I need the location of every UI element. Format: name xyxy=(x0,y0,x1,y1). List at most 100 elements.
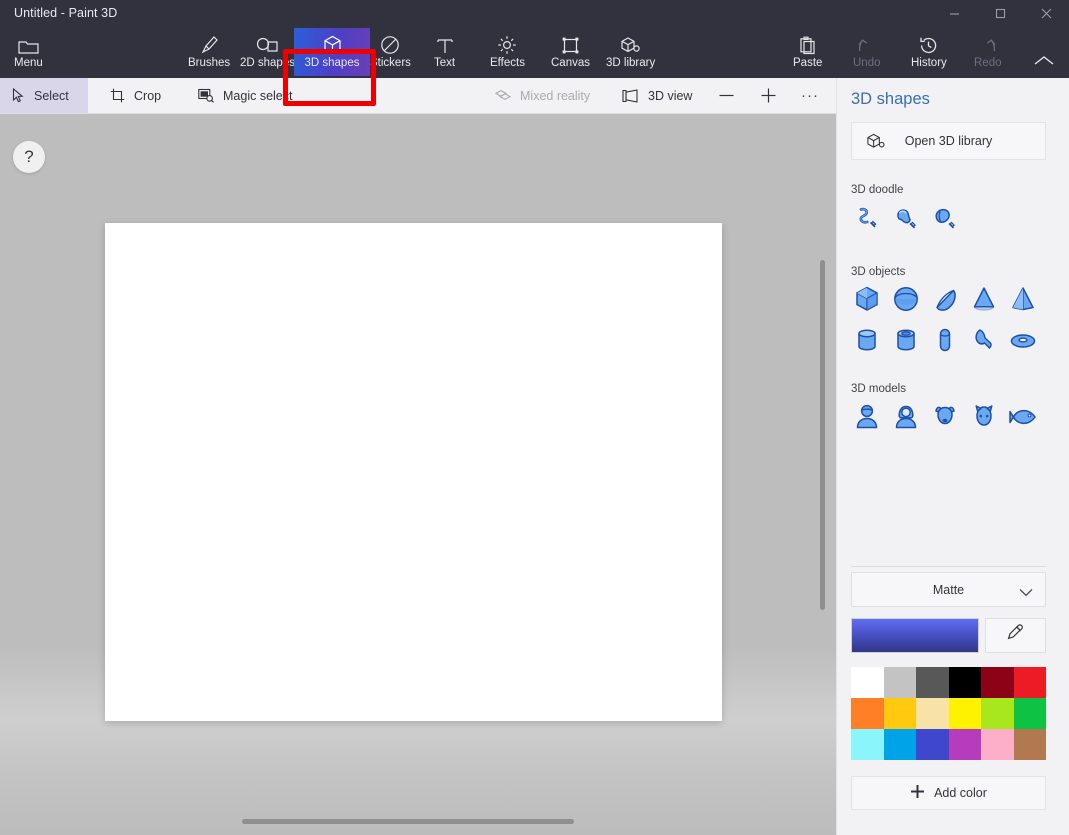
shape-row-3d-objects-2 xyxy=(847,321,1042,359)
color-swatch[interactable] xyxy=(883,729,916,760)
color-palette xyxy=(851,667,1046,760)
color-swatch[interactable] xyxy=(948,698,981,729)
ribbon-item-label: History xyxy=(911,56,947,69)
ribbon-item-label: 2D shapes xyxy=(240,56,295,69)
minus-icon xyxy=(719,94,733,97)
color-swatch[interactable] xyxy=(916,667,949,698)
ribbon-3d-library-button[interactable]: 3D library xyxy=(600,28,661,76)
shape-row-3d-models xyxy=(847,398,1042,436)
ribbon-redo-button[interactable]: Redo xyxy=(968,28,1008,76)
cube-icon[interactable] xyxy=(847,280,886,318)
subtoolbar-item-label: Magic select xyxy=(223,88,293,103)
ribbon-menu-button[interactable]: Menu xyxy=(8,28,49,76)
dog-model-icon[interactable] xyxy=(925,398,964,436)
sticker-icon xyxy=(380,35,400,55)
shapes-2d-icon xyxy=(256,35,279,55)
magic-select-tool-button[interactable]: Magic select xyxy=(186,78,318,113)
color-swatch[interactable] xyxy=(851,667,884,698)
tube-doodle-icon[interactable] xyxy=(925,200,964,238)
cat-model-icon[interactable] xyxy=(964,398,1003,436)
ribbon-paste-button[interactable]: Paste xyxy=(787,28,828,76)
subtoolbar-item-label: 3D view xyxy=(648,88,693,103)
mixed-reality-button[interactable]: Mixed reality xyxy=(483,78,605,113)
section-label-3d-models: 3D models xyxy=(851,383,906,395)
color-swatch[interactable] xyxy=(948,667,981,698)
material-select[interactable]: Matte xyxy=(851,572,1046,607)
ribbon-history-button[interactable]: History xyxy=(905,28,953,76)
current-color-swatch[interactable] xyxy=(851,618,979,653)
ribbon-2d-shapes-button[interactable]: 2D shapes xyxy=(234,28,301,76)
drawing-canvas[interactable] xyxy=(105,223,722,721)
canvas-workspace[interactable]: ? xyxy=(0,114,836,835)
open-3d-library-label: Open 3D library xyxy=(904,134,993,148)
capsule-icon[interactable] xyxy=(925,321,964,359)
color-swatch[interactable] xyxy=(916,698,949,729)
color-swatch[interactable] xyxy=(851,729,884,760)
fish-model-icon[interactable] xyxy=(1003,398,1042,436)
color-swatch[interactable] xyxy=(981,698,1014,729)
soft-edge-doodle-icon[interactable] xyxy=(847,200,886,238)
color-swatch[interactable] xyxy=(916,729,949,760)
ribbon-effects-button[interactable]: Effects xyxy=(484,28,531,76)
color-swatch[interactable] xyxy=(883,667,916,698)
title-bar: Untitled - Paint 3D xyxy=(0,0,1069,26)
cone-icon[interactable] xyxy=(964,280,1003,318)
zoom-out-button[interactable] xyxy=(704,78,748,113)
color-swatch[interactable] xyxy=(1013,667,1046,698)
close-button[interactable] xyxy=(1023,0,1069,26)
crop-tool-button[interactable]: Crop xyxy=(98,78,180,113)
color-swatch[interactable] xyxy=(883,698,916,729)
man-model-icon[interactable] xyxy=(847,398,886,436)
ribbon-item-label: Undo xyxy=(853,56,881,69)
ribbon-item-label: 3D shapes xyxy=(304,56,360,69)
ribbon-item-label: Canvas xyxy=(551,56,590,69)
eyedropper-button[interactable] xyxy=(985,618,1046,653)
ribbon-text-button[interactable]: Text xyxy=(428,28,461,76)
section-label-3d-objects: 3D objects xyxy=(851,266,906,278)
eyedropper-icon xyxy=(1007,624,1025,647)
minimize-button[interactable] xyxy=(931,0,977,26)
hemisphere-icon[interactable] xyxy=(925,280,964,318)
subtoolbar-item-label: Select xyxy=(34,88,69,103)
ribbon-brushes-button[interactable]: Brushes xyxy=(182,28,236,76)
ribbon-canvas-button[interactable]: Canvas xyxy=(545,28,596,76)
select-tool-button[interactable]: Select xyxy=(0,78,88,113)
woman-model-icon[interactable] xyxy=(886,398,925,436)
view-3d-button[interactable]: 3D view xyxy=(610,78,710,113)
sharp-edge-doodle-icon[interactable] xyxy=(886,200,925,238)
color-swatch[interactable] xyxy=(1013,698,1046,729)
vertical-scrollbar[interactable] xyxy=(820,260,825,610)
panel-divider xyxy=(851,566,1046,567)
pyramid-icon[interactable] xyxy=(1003,280,1042,318)
color-swatch[interactable] xyxy=(981,667,1014,698)
add-color-button[interactable]: Add color xyxy=(851,776,1046,810)
horizontal-scrollbar[interactable] xyxy=(242,819,574,824)
ribbon-3d-shapes-button[interactable]: 3D shapes xyxy=(294,28,370,76)
open-3d-library-button[interactable]: Open 3D library xyxy=(851,122,1046,160)
color-swatch[interactable] xyxy=(948,729,981,760)
bent-tube-icon[interactable] xyxy=(964,321,1003,359)
ribbon-undo-button[interactable]: Undo xyxy=(847,28,887,76)
color-swatch[interactable] xyxy=(851,698,884,729)
section-label-3d-doodle: 3D doodle xyxy=(851,184,904,196)
undo-icon xyxy=(857,35,876,55)
add-color-label: Add color xyxy=(934,786,987,800)
collapse-ribbon-button[interactable] xyxy=(1033,54,1055,73)
torus-icon[interactable] xyxy=(1003,321,1042,359)
brush-icon xyxy=(199,35,219,55)
tube-icon[interactable] xyxy=(886,321,925,359)
zoom-in-button[interactable] xyxy=(746,78,790,113)
subtoolbar-item-label: Crop xyxy=(134,88,162,103)
paste-icon xyxy=(799,35,816,55)
help-button[interactable]: ? xyxy=(13,141,45,173)
maximize-button[interactable] xyxy=(977,0,1023,26)
color-swatch[interactable] xyxy=(981,729,1014,760)
cube-3d-icon xyxy=(323,35,342,55)
sphere-icon[interactable] xyxy=(886,280,925,318)
more-options-button[interactable]: ··· xyxy=(790,78,830,113)
shape-row-3d-objects-1 xyxy=(847,280,1042,318)
color-swatch[interactable] xyxy=(1013,729,1046,760)
cylinder-icon[interactable] xyxy=(847,321,886,359)
ribbon-stickers-button[interactable]: Stickers xyxy=(364,28,417,76)
tool-subtoolbar: Select Crop Magic select Mixed reality 3 xyxy=(0,78,836,114)
